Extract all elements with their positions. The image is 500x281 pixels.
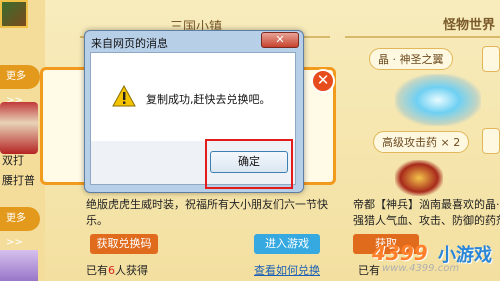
highlight-box bbox=[205, 139, 293, 189]
more-link[interactable]: 更多>> bbox=[0, 207, 40, 248]
game-thumbnail[interactable] bbox=[0, 250, 38, 281]
watermark: 4399 小游戏 www.4399.com bbox=[372, 238, 496, 278]
gift-description: 绝版虎虎生威时装，祝福所有大小朋友们六一节快 bbox=[86, 198, 328, 211]
watermark-url: www.4399.com bbox=[382, 263, 460, 274]
game-label[interactable]: 双打 bbox=[2, 152, 24, 168]
popup-close-icon[interactable]: ✕ bbox=[311, 69, 335, 93]
wing-image bbox=[395, 74, 481, 126]
howto-redeem-link[interactable]: 查看如何兑换 bbox=[254, 262, 320, 278]
gift-description: 乐。 bbox=[86, 214, 108, 227]
claimed-count: 已有6人获得 bbox=[86, 262, 148, 278]
redeem-code-button[interactable]: 获取兑换码 bbox=[90, 234, 158, 254]
divider bbox=[345, 36, 500, 38]
section-title: 怪物世界 bbox=[443, 18, 496, 33]
gift-description: 帝都【神兵】汹南最喜欢的晶· bbox=[353, 198, 500, 211]
item-tag-edge bbox=[482, 128, 500, 154]
item-tag: 晶 · 神圣之翼 bbox=[369, 48, 453, 70]
game-label[interactable]: 腰打普 bbox=[2, 172, 35, 188]
count-prefix: 已有 bbox=[86, 264, 108, 277]
count-suffix: 人获得 bbox=[115, 264, 148, 277]
item-tag-edge bbox=[482, 46, 500, 72]
watermark-brand: 4399 bbox=[372, 241, 428, 265]
game-thumbnail[interactable] bbox=[0, 0, 28, 28]
dialog-message: 复制成功,赶快去兑换吧。 bbox=[146, 93, 271, 106]
gift-description: 强猎人气血、攻击、防御的药剂 bbox=[353, 214, 500, 227]
more-link[interactable]: 更多>> bbox=[0, 65, 40, 106]
item-tag: 高级攻击药 × 2 bbox=[373, 131, 470, 153]
potion-image bbox=[395, 160, 443, 196]
dialog-title: 来自网页的消息 bbox=[91, 37, 168, 50]
enter-game-button[interactable]: 进入游戏 bbox=[254, 234, 320, 254]
warning-icon bbox=[112, 85, 136, 107]
dialog-close-button[interactable]: ✕ bbox=[261, 32, 299, 48]
game-thumbnail[interactable] bbox=[0, 102, 38, 154]
count-number: 6 bbox=[108, 264, 115, 277]
